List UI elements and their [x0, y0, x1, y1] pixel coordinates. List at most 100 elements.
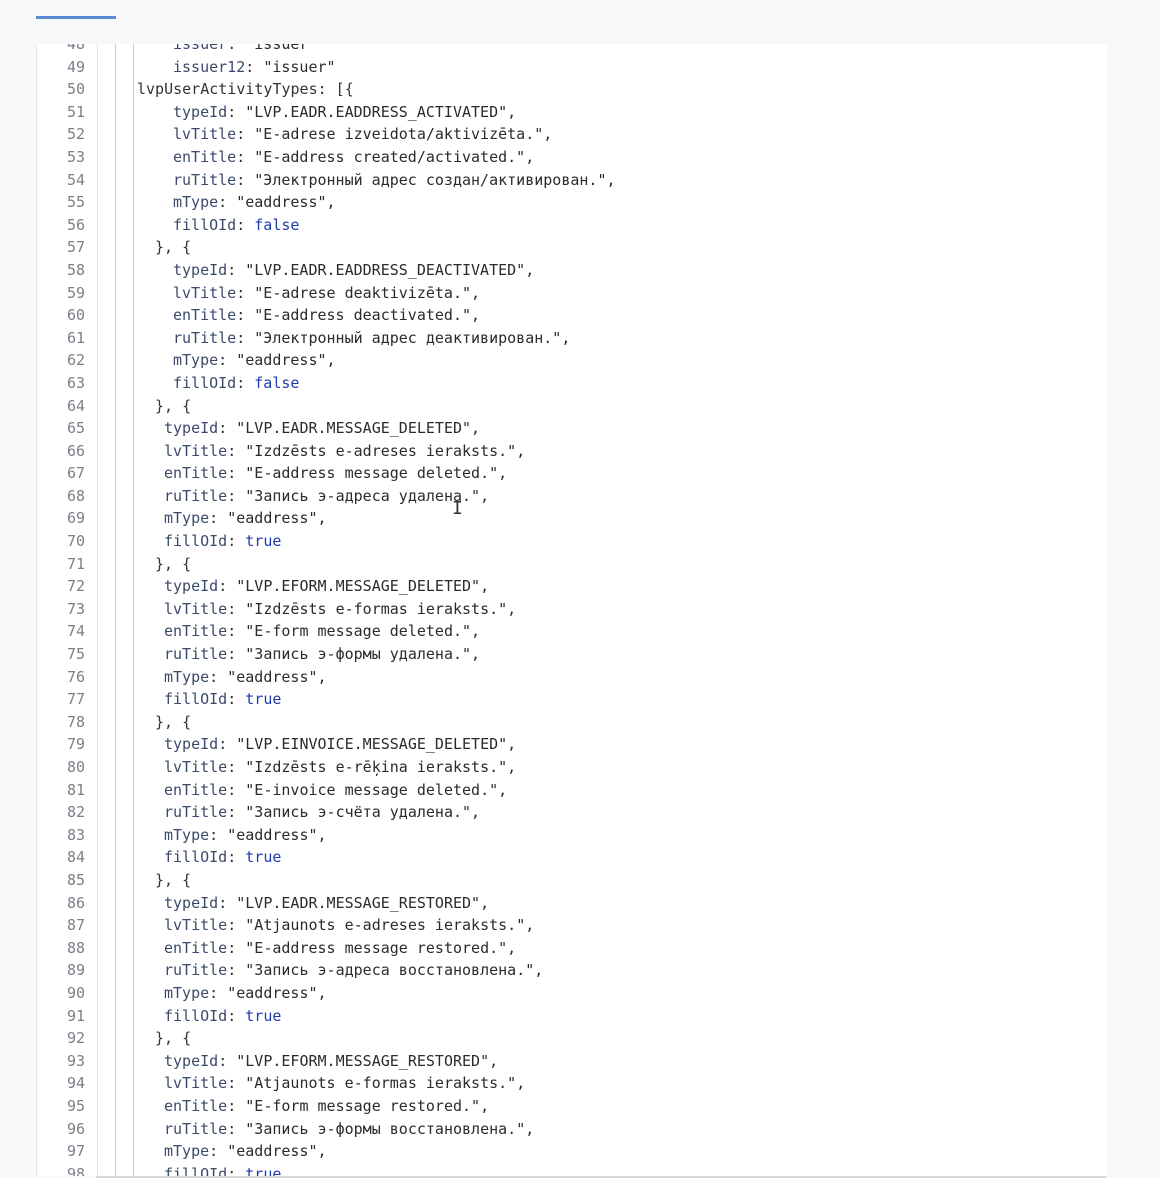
- code-line[interactable]: 51 typeId: "LVP.EADR.EADDRESS_ACTIVATED",: [37, 101, 1107, 124]
- code-line[interactable]: 87 lvTitle: "Atjaunots e-adreses ieraksts…: [37, 914, 1107, 937]
- code-text: enTitle: "E-invoice message deleted.",: [164, 779, 507, 802]
- code-line[interactable]: 90 mType: "eaddress",: [37, 982, 1107, 1005]
- line-number: 87: [66, 916, 85, 935]
- code-token: }, {: [155, 712, 192, 731]
- line-number: 96: [66, 1119, 85, 1138]
- code-line[interactable]: 93 typeId: "LVP.EFORM.MESSAGE_RESTORED",: [37, 1050, 1107, 1073]
- line-number: 85: [66, 870, 85, 889]
- code-line[interactable]: 73 lvTitle: "Izdzēsts e-formas ieraksts."…: [37, 598, 1107, 621]
- string-value: "E-address message restored.",: [245, 938, 517, 957]
- code-line[interactable]: 82 ruTitle: "Запись э-счёта удалена.",: [37, 801, 1107, 824]
- code-line[interactable]: 67 enTitle: "E-address message deleted.",: [37, 462, 1107, 485]
- code-text: fillOId: true: [164, 530, 281, 553]
- code-line[interactable]: 78 }, {: [37, 711, 1107, 734]
- code-line[interactable]: 88 enTitle: "E-address message restored."…: [37, 937, 1107, 960]
- code-line[interactable]: 59 lvTitle: "E-adrese deaktivizēta.",: [37, 282, 1107, 305]
- code-line[interactable]: 62 mType: "eaddress",: [37, 349, 1107, 372]
- code-line[interactable]: 52 lvTitle: "E-adrese izveidota/aktivizēt…: [37, 123, 1107, 146]
- line-number: 59: [66, 283, 85, 302]
- property-key: ruTitle: [164, 961, 228, 980]
- code-line[interactable]: 71}, {: [37, 553, 1107, 576]
- code-text: typeId: "LVP.EINVOICE.MESSAGE_DELETED",: [164, 733, 516, 756]
- code-line[interactable]: 66 lvTitle: "Izdzēsts e-adreses ieraksts.…: [37, 440, 1107, 463]
- colon-token: :: [227, 916, 246, 935]
- line-number: 83: [66, 825, 85, 844]
- code-line[interactable]: 83 mType: "eaddress",: [37, 824, 1107, 847]
- code-line[interactable]: 68 ruTitle: "Запись э-адреса удалена.",: [37, 485, 1107, 508]
- code-line[interactable]: 91 fillOId: true: [37, 1005, 1107, 1028]
- property-key: typeId: [164, 419, 219, 438]
- code-line[interactable]: 89 ruTitle: "Запись э-адреса восстановлен…: [37, 959, 1107, 982]
- code-line[interactable]: 70 fillOId: true: [37, 530, 1107, 553]
- property-key: fillOId: [164, 690, 228, 709]
- code-line[interactable]: 58 typeId: "LVP.EADR.EADDRESS_DEACTIVATED…: [37, 259, 1107, 282]
- code-line[interactable]: 92}, {: [37, 1027, 1107, 1050]
- code-line[interactable]: 85}, {: [37, 869, 1107, 892]
- code-line[interactable]: 94 lvTitle: "Atjaunots e-formas ieraksts.…: [37, 1072, 1107, 1095]
- code-line[interactable]: 56 fillOId: false: [37, 214, 1107, 237]
- code-text: ruTitle: "Электронный адрес деактивирова…: [173, 327, 570, 350]
- boolean-value: true: [245, 690, 282, 709]
- code-line[interactable]: 84 fillOId: true: [37, 846, 1107, 869]
- colon-token: :: [218, 193, 237, 212]
- colon-token: :: [227, 645, 246, 664]
- code-line[interactable]: 54 ruTitle: "Электронный адрес создан/акт…: [37, 169, 1107, 192]
- code-line[interactable]: 79 typeId: "LVP.EINVOICE.MESSAGE_DELETED"…: [37, 733, 1107, 756]
- code-line[interactable]: 75 ruTitle: "Запись э-формы удалена.",: [37, 643, 1107, 666]
- code-line[interactable]: 48 issuer: "issuer": [37, 44, 1107, 56]
- code-line[interactable]: 81 enTitle: "E-invoice message deleted.",: [37, 779, 1107, 802]
- string-value: "eaddress",: [236, 351, 336, 370]
- code-line[interactable]: 65 typeId: "LVP.EADR.MESSAGE_DELETED",: [37, 417, 1107, 440]
- code-line[interactable]: 57}, {: [37, 236, 1107, 259]
- code-line[interactable]: 77 fillOId: true: [37, 688, 1107, 711]
- code-line[interactable]: 63 fillOId: false: [37, 372, 1107, 395]
- code-token: }, {: [155, 238, 192, 257]
- code-text: mType: "eaddress",: [164, 1140, 327, 1163]
- code-line[interactable]: 60 enTitle: "E-address deactivated.",: [37, 304, 1107, 327]
- code-line[interactable]: 72 typeId: "LVP.EFORM.MESSAGE_DELETED",: [37, 575, 1107, 598]
- code-line[interactable]: 80 lvTitle: "Izdzēsts e-rēķina ieraksts."…: [37, 756, 1107, 779]
- code-line[interactable]: 76 mType: "eaddress",: [37, 666, 1107, 689]
- string-value: "LVP.EADR.MESSAGE_RESTORED",: [236, 893, 490, 912]
- code-line[interactable]: 50 lvpUserActivityTypes: [{: [37, 78, 1107, 101]
- code-line[interactable]: 97 mType: "eaddress",: [37, 1140, 1107, 1163]
- property-key: fillOId: [173, 215, 237, 234]
- line-number: 55: [66, 193, 85, 212]
- string-value: "Izdzēsts e-formas ieraksts.",: [245, 599, 517, 618]
- code-line[interactable]: 61 ruTitle: "Электронный адрес деактивиро…: [37, 327, 1107, 350]
- line-number: 75: [66, 645, 85, 664]
- code-line[interactable]: 64}, {: [37, 395, 1107, 418]
- line-number: 56: [66, 215, 85, 234]
- code-line[interactable]: 53 enTitle: "E-address created/activated.…: [37, 146, 1107, 169]
- code-text: }, {: [155, 395, 191, 418]
- code-line[interactable]: 69 mType: "eaddress",: [37, 507, 1107, 530]
- line-number: 97: [66, 1142, 85, 1161]
- property-key: mType: [173, 193, 219, 212]
- code-line[interactable]: 98 fillOId: true: [37, 1163, 1107, 1176]
- line-number: 78: [66, 712, 85, 731]
- code-text: issuer: "issuer": [173, 44, 318, 56]
- string-value: "eaddress",: [227, 1142, 327, 1161]
- line-number: 82: [66, 803, 85, 822]
- property-key: typeId: [164, 577, 219, 596]
- string-value: "eaddress",: [236, 193, 336, 212]
- string-value: "E-address message deleted.",: [245, 464, 508, 483]
- boolean-value: false: [254, 373, 300, 392]
- string-value: "E-invoice message deleted.",: [245, 780, 508, 799]
- code-text: }, {: [155, 236, 191, 259]
- code-line[interactable]: 49 issuer12: "issuer": [37, 56, 1107, 79]
- colon-token: :: [209, 1142, 228, 1161]
- code-token: }, {: [155, 554, 192, 573]
- string-value: "Запись э-формы восстановлена.",: [245, 1119, 535, 1138]
- code-line[interactable]: 86 typeId: "LVP.EADR.MESSAGE_RESTORED",: [37, 892, 1107, 915]
- code-text: }, {: [155, 1027, 191, 1050]
- code-line[interactable]: 95 enTitle: "E-form message restored.",: [37, 1095, 1107, 1118]
- code-line[interactable]: 55 mType: "eaddress",: [37, 191, 1107, 214]
- code-editor[interactable]: 48 issuer: "issuer" 49 issuer12: "issuer" 50…: [36, 44, 1107, 1176]
- colon-token: :: [227, 780, 246, 799]
- property-key: enTitle: [173, 306, 237, 325]
- code-line[interactable]: 74 enTitle: "E-form message deleted.",: [37, 620, 1107, 643]
- code-line[interactable]: 96 ruTitle: "Запись э-формы восстановлена…: [37, 1118, 1107, 1141]
- property-key: ruTitle: [164, 486, 228, 505]
- colon-token: :: [227, 848, 246, 867]
